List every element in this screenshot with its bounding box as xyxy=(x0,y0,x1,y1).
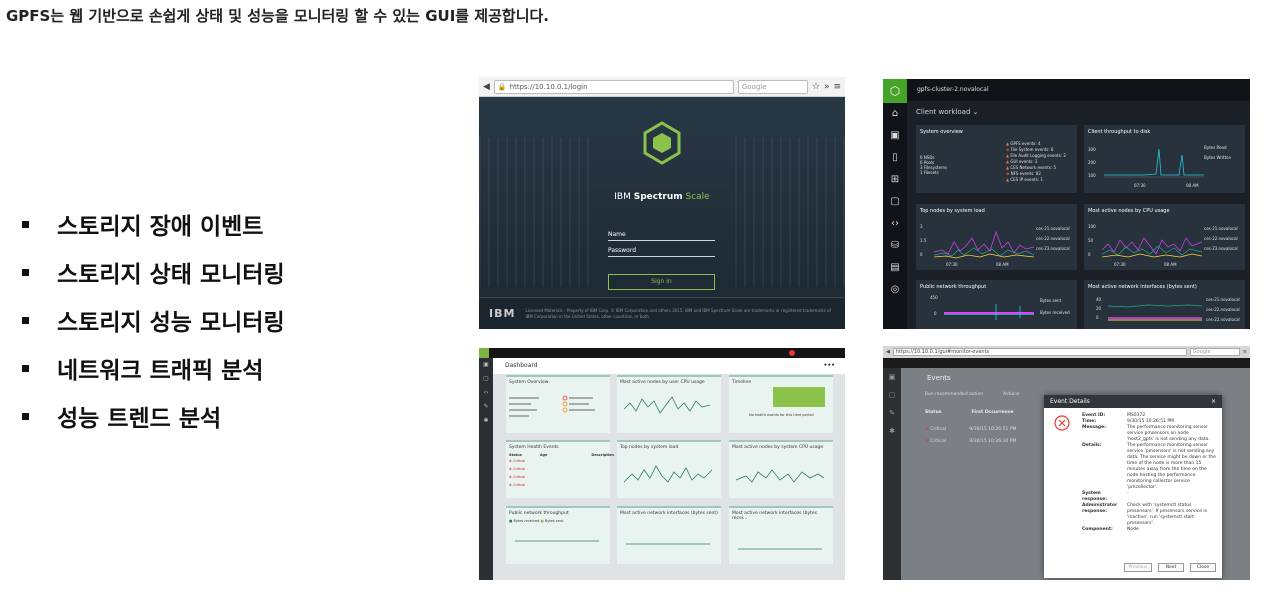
user-cpu-card: Most active nodes by user CPU usage xyxy=(617,375,721,433)
settings-icon[interactable]: ✱ xyxy=(883,422,901,440)
star-icon[interactable]: ☆ xyxy=(812,82,820,92)
dark-dashboard-screenshot: ⬡ ⌂ ▣ ▯ ⊞ ▢ ‹› ⛁ ▤ ◎ gpfs-cluster-2.nova… xyxy=(883,79,1250,329)
health-events-card: System Health Events Status Age Descriptio… xyxy=(506,440,614,498)
page-heading: GPFS는 웹 기반으로 손쉽게 상태 및 성능을 모니터링 할 수 있는 GU… xyxy=(6,7,549,25)
cpu-chart xyxy=(1102,237,1202,258)
overflow-icon[interactable]: » xyxy=(824,82,830,92)
interfaces-sent-card: Most active network interfaces (bytes se… xyxy=(617,506,721,564)
login-background: IBM Spectrum Scale Name Password Sign in… xyxy=(479,97,845,329)
view-selector[interactable]: Client workload ⌄ xyxy=(916,108,978,116)
list-item: 스토리지 장애 이벤트 xyxy=(22,200,285,248)
password-field[interactable]: Password xyxy=(608,247,715,257)
lock-icon: 🔒 xyxy=(497,82,507,91)
close-icon[interactable]: × xyxy=(1211,395,1216,408)
timeline-card: Timeline No health events for this time … xyxy=(729,375,833,433)
bullet-square-icon xyxy=(22,412,29,420)
browser-toolbar: ◀ https://10.10.0.1/gui#monitor-events G… xyxy=(883,346,1250,358)
events-screenshot: ◀ https://10.10.0.1/gui#monitor-events G… xyxy=(883,346,1250,580)
previous-button[interactable]: Previous xyxy=(1124,563,1152,572)
network-icon[interactable]: ⊞ xyxy=(883,169,907,191)
bullet-square-icon xyxy=(22,316,29,324)
address-bar[interactable]: https://10.10.0.1/gui#monitor-events xyxy=(892,348,1187,356)
search-input[interactable]: Google xyxy=(737,79,808,94)
interfaces-chart xyxy=(1108,304,1202,321)
system-load-chart xyxy=(934,230,1034,259)
run-action-button[interactable]: Run recommended action xyxy=(925,392,983,397)
public-network-card: Public network throughput ■ Bytes receiv… xyxy=(506,506,610,564)
sidebar: ▣ ▢ ✎ ✱ xyxy=(883,368,901,580)
critical-icon xyxy=(1054,415,1070,431)
dashboard-header: Dashboard ••• xyxy=(493,358,845,374)
back-icon[interactable]: ◀ xyxy=(886,349,890,355)
system-overview-card: System overview 6 NSDs 6 Pools 3 Filesys… xyxy=(916,125,1077,193)
address-bar[interactable]: 🔒 https://10.10.0.1/login xyxy=(493,79,734,94)
list-item: 성능 트렌드 분석 xyxy=(22,392,285,440)
spectrum-scale-logo-icon xyxy=(643,121,681,165)
table-row[interactable]: ⊗ Critical 9/30/15 10:26:51 PM xyxy=(925,424,1016,436)
system-load-card: Top nodes by system load xyxy=(617,440,721,498)
sidebar: ⬡ ⌂ ▣ ▯ ⊞ ▢ ‹› ⛁ ▤ ◎ xyxy=(883,79,907,329)
tools-icon[interactable]: ✎ xyxy=(883,404,901,422)
support-icon[interactable]: ◎ xyxy=(883,279,907,301)
bullet-square-icon xyxy=(22,268,29,276)
back-icon[interactable]: ◀ xyxy=(483,82,490,92)
top-bar xyxy=(883,358,1250,368)
login-footer: IBM Licensed Materials - Property of IBM… xyxy=(479,297,845,329)
login-screenshot: ◀ 🔒 https://10.10.0.1/login Google ☆ » ≡… xyxy=(479,77,845,329)
app-logo-icon xyxy=(479,348,489,358)
code-icon[interactable]: ‹› xyxy=(883,213,907,235)
files-icon[interactable]: ▢ xyxy=(479,372,493,386)
list-item: 스토리지 상태 모니터링 xyxy=(22,248,285,296)
files-icon[interactable]: ▢ xyxy=(883,191,907,213)
browser-toolbar: ◀ 🔒 https://10.10.0.1/login Google ☆ » ≡ xyxy=(479,77,845,97)
ibm-logo: IBM xyxy=(489,307,516,320)
cpu-usage-card: Most active nodes by CPU usage 100 50 0 … xyxy=(1084,204,1245,270)
storage-icon[interactable]: ⛁ xyxy=(883,235,907,257)
files-icon[interactable]: ▢ xyxy=(883,386,901,404)
search-input[interactable]: Google xyxy=(1189,348,1240,356)
monitor-icon[interactable]: ▣ xyxy=(883,125,907,147)
alert-badge-icon[interactable] xyxy=(789,350,795,356)
page-title: Events xyxy=(927,374,951,382)
home-icon[interactable]: ⌂ xyxy=(883,103,907,125)
interfaces-received-card: Most active network interfaces (bytes re… xyxy=(729,506,833,564)
bullet-square-icon xyxy=(22,220,29,228)
monitor-icon[interactable]: ▣ xyxy=(479,358,493,372)
settings-icon[interactable]: ✱ xyxy=(479,414,493,428)
bullet-square-icon xyxy=(22,364,29,372)
menu-icon[interactable]: ≡ xyxy=(833,82,841,92)
network-chart xyxy=(944,304,1034,320)
actions-button[interactable]: Actions xyxy=(1003,392,1019,397)
network-interfaces-card: Most active network interfaces (bytes se… xyxy=(1084,280,1245,329)
more-icon[interactable]: ••• xyxy=(823,358,835,374)
event-field-list: Event ID: MS0372 Time: 9/30/15 10:26:51 PM… xyxy=(1082,413,1216,532)
table-row[interactable]: ⊗ Critical 9/30/15 10:26:30 PM xyxy=(925,436,1016,448)
feature-list: 스토리지 장애 이벤트 스토리지 상태 모니터링 스토리지 성능 모니터링 네트… xyxy=(22,200,285,440)
menu-icon[interactable]: ≡ xyxy=(1243,349,1247,355)
sign-in-button[interactable]: Sign in xyxy=(608,274,715,290)
close-button[interactable]: Close xyxy=(1190,563,1216,572)
top-nodes-card: Top nodes by system load 3 1.5 0 ces-21.… xyxy=(916,204,1077,270)
next-button[interactable]: Next xyxy=(1158,563,1184,572)
nodes-icon[interactable]: ▯ xyxy=(883,147,907,169)
code-icon[interactable]: ‹› xyxy=(479,386,493,400)
list-item: 네트워크 트래픽 분석 xyxy=(22,344,285,392)
product-title: IBM Spectrum Scale xyxy=(614,192,710,202)
throughput-chart xyxy=(1104,148,1204,178)
list-item: 스토리지 성능 모니터링 xyxy=(22,296,285,344)
building-icon[interactable]: ▤ xyxy=(883,257,907,279)
sidebar: ▣ ▢ ‹› ✎ ✱ xyxy=(479,358,493,580)
event-details-dialog: Event Details × Event ID: MS0372 Time: 9/30… xyxy=(1044,395,1222,578)
tools-icon[interactable]: ✎ xyxy=(479,400,493,414)
name-field[interactable]: Name xyxy=(608,231,715,241)
client-throughput-card: Client throughput to disk 300 200 100 By… xyxy=(1084,125,1245,193)
public-network-card: Public network throughput 450 0 Bytes se… xyxy=(916,280,1077,329)
system-overview-card: System Overview xyxy=(506,375,610,433)
monitor-icon[interactable]: ▣ xyxy=(883,368,901,386)
app-logo-icon: ⬡ xyxy=(883,79,907,103)
system-cpu-card: Most active nodes by system CPU usage xyxy=(729,440,833,498)
cluster-name: gpfs-cluster-2.novalocal xyxy=(907,79,1250,101)
light-dashboard-screenshot: ▣ ▢ ‹› ✎ ✱ Dashboard ••• System Overview… xyxy=(479,348,845,580)
